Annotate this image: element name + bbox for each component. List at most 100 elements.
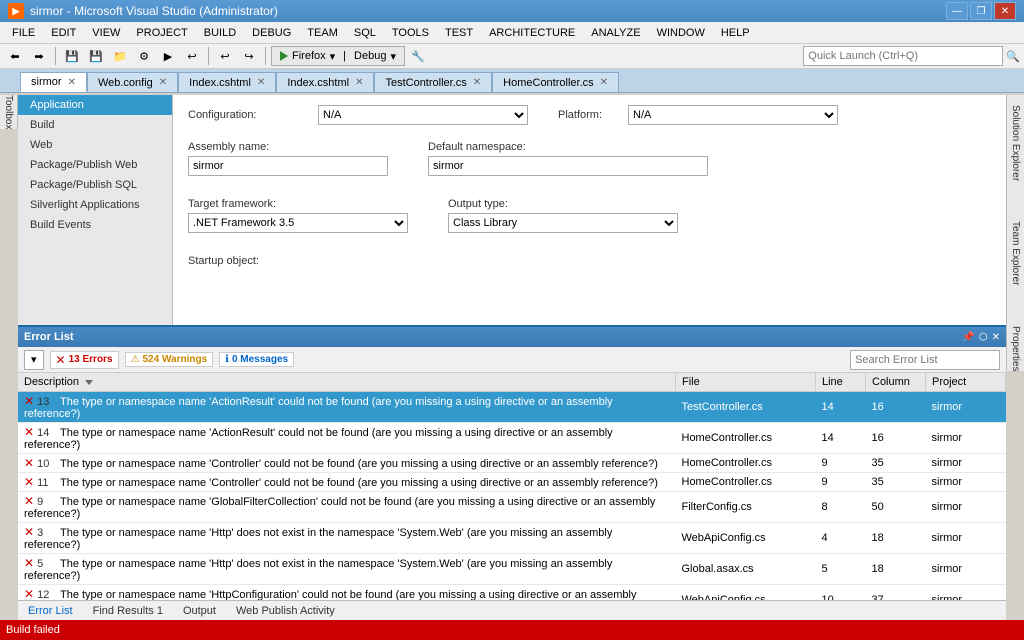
pin-icon[interactable]: 📌 [962, 332, 974, 343]
namespace-input[interactable] [428, 156, 708, 176]
col-line[interactable]: Line [816, 373, 866, 392]
col-column[interactable]: Column [866, 373, 926, 392]
nav-item-4[interactable]: Package/Publish SQL [18, 175, 172, 195]
config-select[interactable]: N/A [318, 105, 528, 125]
tab-label-0: sirmor [31, 76, 62, 88]
debug-button[interactable]: Firefox ▾ | Debug ▾ [271, 46, 405, 66]
errors-count: 13 Errors [69, 354, 113, 365]
menu-item-test[interactable]: TEST [437, 22, 481, 43]
toolbar-btn1[interactable]: ⚙ [133, 46, 155, 66]
nav-item-0[interactable]: Application [18, 95, 172, 115]
tab-close-0[interactable]: ✕ [68, 77, 76, 88]
panel-float-icon[interactable]: ⬡ [979, 332, 988, 343]
output-label: Output type: [448, 198, 578, 210]
nav-item-2[interactable]: Web [18, 135, 172, 155]
warnings-badge[interactable]: ⚠ 524 Warnings [125, 352, 214, 367]
team-explorer-label[interactable]: Team Explorer [1010, 221, 1021, 285]
nav-item-6[interactable]: Build Events [18, 215, 172, 235]
table-row[interactable]: ✕ 3 The type or namespace name 'Http' do… [18, 523, 1006, 554]
startup-label: Startup object: [188, 255, 318, 267]
debug-dropdown-arrow[interactable]: ▾ [330, 50, 336, 63]
table-row[interactable]: ✕ 11 The type or namespace name 'Control… [18, 473, 1006, 492]
menu-item-project[interactable]: PROJECT [128, 22, 195, 43]
output-select[interactable]: Class Library [448, 213, 678, 233]
filter-toggle-btn[interactable]: ▾ [24, 350, 44, 370]
tab-close-3[interactable]: ✕ [355, 77, 363, 88]
toolbar-btn6[interactable]: 🔧 [407, 46, 429, 66]
errors-badge[interactable]: ✕ 13 Errors [50, 351, 119, 369]
err-col-0: 16 [866, 392, 926, 423]
toolbar-btn5[interactable]: ↪ [238, 46, 260, 66]
toolbar-open-btn[interactable]: 📁 [109, 46, 131, 66]
menu-item-view[interactable]: VIEW [84, 22, 128, 43]
restore-button[interactable]: ❐ [970, 2, 992, 20]
bottom-tab-3[interactable]: Web Publish Activity [232, 603, 339, 619]
menu-item-sql[interactable]: SQL [346, 22, 384, 43]
framework-select[interactable]: .NET Framework 3.5 [188, 213, 408, 233]
menu-bar: FILEEDITVIEWPROJECTBUILDDEBUGTEAMSQLTOOL… [0, 22, 1024, 44]
tab-0[interactable]: sirmor ✕ [20, 72, 87, 92]
tab-close-5[interactable]: ✕ [600, 77, 608, 88]
toolbar-btn3[interactable]: ↩ [181, 46, 203, 66]
table-row[interactable]: ✕ 14 The type or namespace name 'ActionR… [18, 423, 1006, 454]
toolbox-sidebar[interactable]: Toolbox [0, 95, 18, 129]
nav-item-1[interactable]: Build [18, 115, 172, 135]
error-search-input[interactable] [850, 350, 1000, 370]
error-panel-controls[interactable]: 📌 ⬡ ✕ [962, 332, 1000, 343]
bottom-tab-2[interactable]: Output [179, 603, 220, 619]
panel-close-icon[interactable]: ✕ [992, 332, 1000, 343]
menu-item-build[interactable]: BUILD [196, 22, 244, 43]
menu-item-analyze[interactable]: ANALYZE [583, 22, 648, 43]
error-panel-title-text: Error List [24, 331, 74, 343]
table-header: Description File Line Column Project [18, 373, 1006, 392]
bottom-tab-0[interactable]: Error List [24, 603, 77, 619]
tab-close-1[interactable]: ✕ [159, 77, 167, 88]
tab-4[interactable]: TestController.cs✕ [374, 72, 492, 92]
tab-1[interactable]: Web.config✕ [87, 72, 178, 92]
toolbar-forward-btn[interactable]: ➡ [28, 46, 50, 66]
tab-close-4[interactable]: ✕ [473, 77, 481, 88]
nav-item-3[interactable]: Package/Publish Web [18, 155, 172, 175]
err-icon-4: ✕ [24, 494, 34, 508]
tab-3[interactable]: Index.cshtml✕ [276, 72, 374, 92]
toolbar-save-all-btn[interactable]: 💾 [85, 46, 107, 66]
tab-close-2[interactable]: ✕ [257, 77, 265, 88]
menu-item-help[interactable]: HELP [713, 22, 758, 43]
menu-item-edit[interactable]: EDIT [43, 22, 84, 43]
err-file-2: HomeController.cs [676, 454, 816, 473]
table-row[interactable]: ✕ 9 The type or namespace name 'GlobalFi… [18, 492, 1006, 523]
col-project[interactable]: Project [926, 373, 1006, 392]
table-row[interactable]: ✕ 13 The type or namespace name 'ActionR… [18, 392, 1006, 423]
nav-item-5[interactable]: Silverlight Applications [18, 195, 172, 215]
table-row[interactable]: ✕ 5 The type or namespace name 'Http' do… [18, 554, 1006, 585]
minimize-button[interactable]: — [946, 2, 968, 20]
close-button[interactable]: ✕ [994, 2, 1016, 20]
startup-row: Startup object: [188, 255, 991, 267]
solution-sidebar[interactable]: Solution Explorer Team Explorer Properti… [1006, 95, 1024, 371]
toolbar-save-btn[interactable]: 💾 [61, 46, 83, 66]
toolbar-btn2[interactable]: ▶ [157, 46, 179, 66]
quick-launch-input[interactable] [803, 46, 1003, 66]
platform-select[interactable]: N/A [628, 105, 838, 125]
menu-item-debug[interactable]: DEBUG [244, 22, 299, 43]
assembly-input[interactable] [188, 156, 388, 176]
bottom-tab-1[interactable]: Find Results 1 [89, 603, 167, 619]
col-description[interactable]: Description [18, 373, 676, 392]
debug-dropdown-arrow2[interactable]: ▾ [390, 50, 396, 63]
menu-item-window[interactable]: WINDOW [649, 22, 713, 43]
col-file[interactable]: File [676, 373, 816, 392]
messages-badge[interactable]: ℹ 0 Messages [219, 352, 294, 367]
menu-item-team[interactable]: TEAM [299, 22, 346, 43]
tab-2[interactable]: Index.cshtml✕ [178, 72, 276, 92]
solution-explorer-label[interactable]: Solution Explorer [1010, 105, 1021, 181]
menu-item-tools[interactable]: TOOLS [384, 22, 437, 43]
menu-item-architecture[interactable]: ARCHITECTURE [481, 22, 583, 43]
toolbar-back-btn[interactable]: ⬅ [4, 46, 26, 66]
err-line-2: 9 [816, 454, 866, 473]
table-row[interactable]: ✕ 10 The type or namespace name 'Control… [18, 454, 1006, 473]
toolbar-btn4[interactable]: ↩ [214, 46, 236, 66]
menu-item-file[interactable]: FILE [4, 22, 43, 43]
properties-label[interactable]: Properties [1010, 326, 1021, 372]
err-num-2: 10 [37, 458, 57, 470]
tab-5[interactable]: HomeController.cs✕ [492, 72, 619, 92]
